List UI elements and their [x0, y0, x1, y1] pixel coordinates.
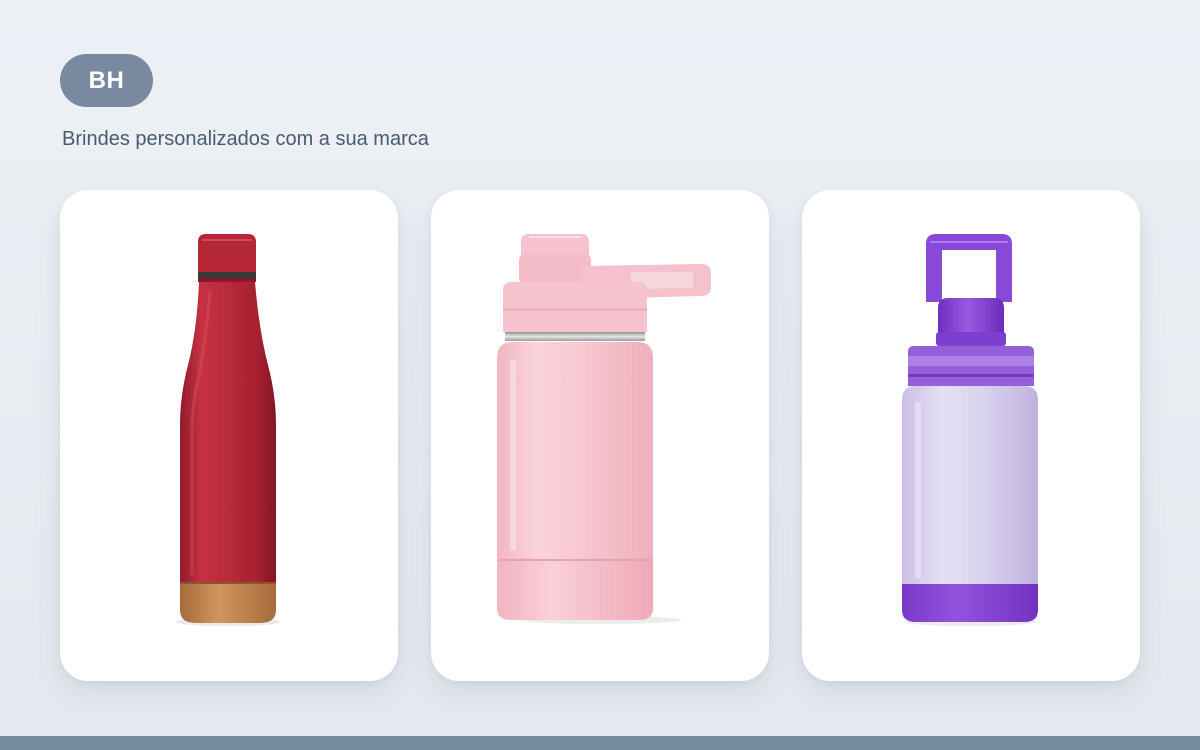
product-card-red-bottle[interactable]: [60, 190, 398, 681]
footer-bar: [0, 736, 1200, 750]
brand-logo-text: BH: [88, 66, 125, 94]
pink-bottle-image: [497, 234, 711, 624]
product-card-lilac-bottle[interactable]: [802, 190, 1140, 681]
tagline: Brindes personalizados com a sua marca: [62, 128, 429, 150]
red-bottle-image: [176, 234, 280, 626]
brand-logo[interactable]: BH: [60, 54, 153, 107]
product-card-pink-bottle[interactable]: [431, 190, 769, 681]
lilac-bottle-image: [902, 234, 1038, 626]
